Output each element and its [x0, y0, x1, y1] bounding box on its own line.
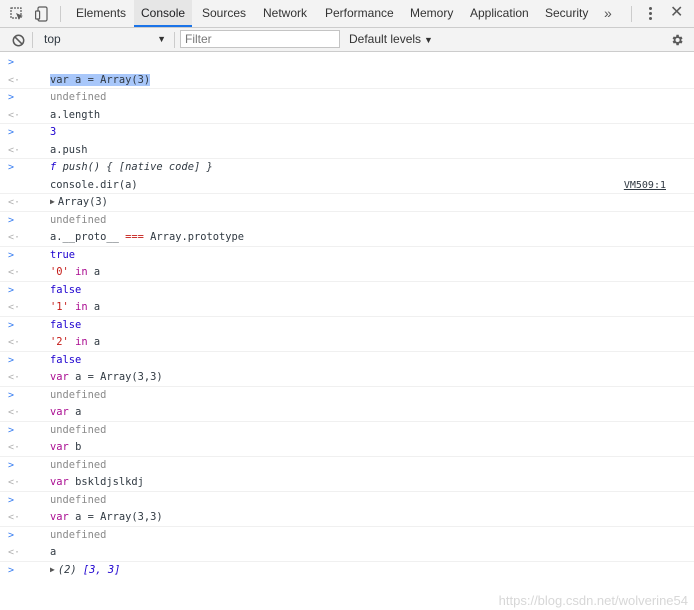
- console-input-row: > var bskldjslkdj: [0, 457, 694, 489]
- console-prompt-input[interactable]: >: [0, 562, 694, 580]
- console-input-row: > console.dir(a): [0, 159, 694, 191]
- input-prompt-icon: >: [8, 319, 15, 331]
- input-prompt-icon: >: [8, 284, 15, 296]
- console-result-row: <· 3: [0, 107, 694, 138]
- result-marker-icon: <·: [8, 197, 21, 208]
- log-levels-label: Default levels: [349, 32, 422, 46]
- result-marker-icon: <·: [8, 442, 21, 453]
- console-input-row: > '1' in a: [0, 282, 694, 314]
- console-result-row[interactable]: <· ▶ (2) [3, 3]: [0, 544, 694, 576]
- result-marker-icon: <·: [8, 109, 21, 121]
- result-marker-icon: <·: [8, 302, 21, 313]
- console-input-row: > a.__proto__ === Array.prototype: [0, 212, 694, 244]
- toolbar-divider: [32, 32, 33, 48]
- input-prompt-icon: >: [8, 162, 15, 173]
- close-devtools-icon[interactable]: ✕: [670, 3, 683, 23]
- tab-console[interactable]: Console: [134, 0, 193, 27]
- input-prompt-icon: >: [8, 529, 15, 541]
- console-result-row: <· true: [0, 229, 694, 261]
- result-marker-icon: <·: [8, 372, 21, 383]
- input-prompt-icon: >: [8, 92, 15, 103]
- devtools-tab-bar: Elements Console Sources Network Perform…: [0, 0, 694, 28]
- console-result-row: <· undefined: [0, 509, 694, 541]
- console-messages: > var a = Array(3) <· undefined > a.length …: [0, 54, 694, 580]
- input-prompt-icon: >: [8, 57, 15, 68]
- toolbar-divider: [60, 6, 61, 22]
- console-input-row: > a.length: [0, 89, 694, 121]
- log-levels-dropdown[interactable]: Default levels ▼: [349, 30, 433, 49]
- console-result-row: <· undefined: [0, 72, 694, 103]
- chevron-down-icon: ▼: [424, 35, 433, 45]
- console-input-row: > var b: [0, 422, 694, 454]
- input-prompt-icon: >: [8, 494, 15, 506]
- tab-memory[interactable]: Memory: [403, 0, 460, 27]
- more-tabs-chevron-icon[interactable]: »: [604, 0, 612, 27]
- result-marker-icon: <·: [8, 547, 21, 558]
- console-log-row[interactable]: ▶ Array(3) VM509:1: [0, 177, 694, 208]
- clear-console-icon[interactable]: [9, 31, 27, 49]
- console-result-row: <· undefined: [0, 194, 694, 226]
- context-value: top: [44, 32, 61, 46]
- more-options-icon[interactable]: [646, 6, 656, 22]
- filter-input[interactable]: [180, 30, 340, 48]
- tab-network[interactable]: Network: [256, 0, 314, 27]
- source-link[interactable]: VM509:1: [624, 177, 666, 195]
- console-result-row: <· f push() { [native code] }: [0, 142, 694, 173]
- input-prompt-icon: >: [8, 459, 15, 471]
- result-marker-icon: <·: [8, 74, 21, 86]
- result-marker-icon: <·: [8, 144, 21, 156]
- result-marker-icon: <·: [8, 477, 21, 488]
- result-marker-icon: <·: [8, 337, 21, 348]
- tab-elements[interactable]: Elements: [69, 0, 133, 27]
- input-prompt-icon: >: [8, 424, 15, 436]
- toolbar-divider: [174, 32, 175, 48]
- input-prompt-icon: >: [8, 564, 15, 576]
- toolbar-divider: [631, 6, 632, 22]
- inspect-element-icon[interactable]: [8, 5, 26, 23]
- result-marker-icon: <·: [8, 232, 21, 243]
- console-input-row: > a: [0, 527, 694, 559]
- context-selector[interactable]: top ▼: [38, 30, 170, 49]
- tab-sources[interactable]: Sources: [195, 0, 253, 27]
- device-toolbar-icon[interactable]: [33, 5, 51, 23]
- console-input-row: > var a = Array(3,3): [0, 492, 694, 524]
- console-result-row: <· false: [0, 299, 694, 331]
- console-result-row: <· undefined: [0, 474, 694, 506]
- console-input-row: > '0' in a: [0, 247, 694, 279]
- console-toolbar: top ▼ Default levels▼: [0, 28, 694, 52]
- result-marker-icon: <·: [8, 267, 21, 278]
- chevron-down-icon: ▼: [157, 34, 166, 44]
- console-result-row: <· undefined: [0, 369, 694, 401]
- console-input-row: > var a: [0, 387, 694, 419]
- result-marker-icon: <·: [8, 512, 21, 523]
- console-result-row: <· undefined: [0, 404, 694, 436]
- console-input-row: > '2' in a: [0, 317, 694, 349]
- input-prompt-icon: >: [8, 127, 15, 138]
- input-prompt-icon: >: [8, 214, 15, 226]
- console-result-row: <· undefined: [0, 439, 694, 471]
- tab-security[interactable]: Security: [538, 0, 595, 27]
- console-input-row: > a.push: [0, 124, 694, 156]
- console-result-row: <· false: [0, 334, 694, 366]
- result-marker-icon: <·: [8, 407, 21, 418]
- console-input-row: > var a = Array(3,3): [0, 352, 694, 384]
- console-result-row: <· false: [0, 264, 694, 296]
- watermark: https://blog.csdn.net/wolverine54: [498, 593, 688, 608]
- console-settings-gear-icon[interactable]: [668, 31, 686, 49]
- tab-application[interactable]: Application: [463, 0, 536, 27]
- tab-performance[interactable]: Performance: [318, 0, 401, 27]
- console-input-row: > var a = Array(3): [0, 54, 694, 86]
- input-prompt-icon: >: [8, 389, 15, 401]
- input-prompt-icon: >: [8, 354, 15, 366]
- input-prompt-icon: >: [8, 249, 15, 261]
